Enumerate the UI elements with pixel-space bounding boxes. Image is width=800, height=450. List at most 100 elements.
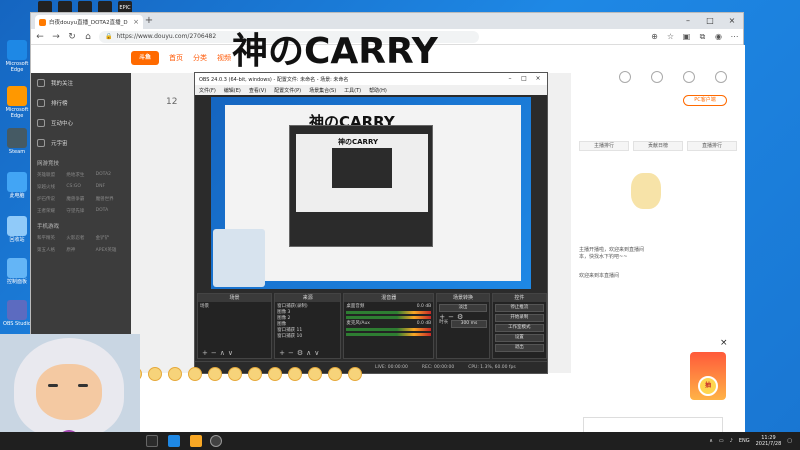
gift-icon[interactable] (308, 367, 322, 381)
category-link[interactable]: 火影忍者 (66, 235, 95, 241)
clock[interactable]: 11:29 2021/7/28 (756, 435, 782, 447)
network-icon[interactable]: ▭ (719, 438, 724, 444)
studio-mode-button[interactable]: 工作室模式 (494, 324, 544, 332)
category-link[interactable]: 魔兽世界 (96, 196, 125, 202)
desktop-icon-edge[interactable]: Microsoft Edge (2, 40, 32, 73)
nav-link[interactable]: 视频 (217, 53, 231, 63)
gift-icon[interactable] (288, 367, 302, 381)
extensions-icon[interactable]: ⧉ (698, 32, 707, 41)
scene-item[interactable]: 场景 (200, 304, 269, 310)
back-icon[interactable]: ← (35, 32, 45, 42)
category-link[interactable]: 金铲铲 (96, 235, 125, 241)
user-button[interactable] (715, 71, 727, 84)
obs-menu-file[interactable]: 文件(F) (199, 87, 216, 94)
obs-minimize-button[interactable]: – (503, 73, 517, 85)
duration-input[interactable]: 300 ms (451, 320, 487, 328)
douyu-logo[interactable]: 斗鱼 (131, 51, 159, 65)
nav-link[interactable]: 分类 (193, 53, 207, 63)
explorer-taskbar-icon[interactable] (190, 435, 202, 447)
category-link[interactable]: 英雄联盟 (37, 172, 66, 178)
category-link[interactable]: DNF (96, 184, 125, 190)
refresh-icon[interactable]: ↻ (67, 32, 77, 42)
stop-streaming-button[interactable]: 停止推流 (494, 304, 544, 312)
desktop-icon-this-pc[interactable]: 此电脑 (2, 172, 32, 199)
obs-menu-help[interactable]: 帮助(H) (369, 87, 387, 94)
home-icon[interactable]: ⌂ (83, 32, 93, 42)
start-recording-button[interactable]: 开始录制 (494, 314, 544, 322)
gift-icon[interactable] (328, 367, 342, 381)
obs-taskbar-icon[interactable] (210, 435, 222, 447)
category-link[interactable]: 魔兽争霸 (66, 196, 95, 202)
desktop-icon-app[interactable]: Microsoft Edge (2, 86, 32, 119)
category-link[interactable]: DOTA (96, 208, 125, 214)
desktop-icon-obs[interactable]: OBS Studio (2, 300, 32, 327)
sidebar-item-meta[interactable]: 元宇宙 (31, 133, 131, 153)
obs-menu-tools[interactable]: 工具(T) (344, 87, 361, 94)
tab-anchor-rank[interactable]: 主播排行 (579, 141, 629, 151)
obs-maximize-button[interactable]: □ (517, 73, 531, 85)
forward-icon[interactable]: → (51, 32, 61, 42)
obs-menu-view[interactable]: 查看(V) (249, 87, 266, 94)
desktop-icon-steam[interactable]: Steam (2, 128, 32, 155)
category-link[interactable]: 守望先锋 (66, 208, 95, 214)
more-menu-icon[interactable]: ⋯ (730, 32, 739, 41)
gift-icon[interactable] (168, 367, 182, 381)
category-link[interactable]: 原神 (66, 247, 95, 253)
obs-menu-edit[interactable]: 编辑(E) (224, 87, 241, 94)
maximize-button[interactable]: □ (699, 13, 721, 29)
notification-icon[interactable]: ▢ (787, 438, 792, 444)
gift-icon[interactable] (208, 367, 222, 381)
obs-menu-scene-collection[interactable]: 场景集合(S) (309, 87, 336, 94)
minimize-button[interactable]: – (677, 13, 699, 29)
category-link[interactable]: CS:GO (66, 184, 95, 190)
settings-button[interactable]: 设置 (494, 334, 544, 342)
collections-icon[interactable]: ▣ (682, 32, 691, 41)
exit-button[interactable]: 退出 (494, 344, 544, 352)
sources-toolbar[interactable]: +−⚙∧∨ (279, 349, 322, 357)
browser-tab[interactable]: 白夜douyu直播_DOTA2直播_D × (35, 15, 143, 29)
category-link[interactable]: APEX英雄 (96, 247, 125, 253)
obs-menu-profile[interactable]: 配置文件(P) (274, 87, 301, 94)
translate-icon[interactable]: ⊕ (650, 32, 659, 41)
promo-banner[interactable]: 抽 (690, 352, 726, 400)
input-language[interactable]: ENG (739, 438, 750, 444)
category-link[interactable]: 绝地求生 (66, 172, 95, 178)
source-item[interactable]: 窗口捕获 10 (277, 334, 338, 340)
gift-icon[interactable] (228, 367, 242, 381)
profile-icon[interactable]: ◉ (714, 32, 723, 41)
category-link[interactable]: 第五人格 (37, 247, 66, 253)
close-button[interactable]: × (721, 13, 743, 29)
promo-close-icon[interactable]: × (720, 338, 728, 348)
gift-icon[interactable] (268, 367, 282, 381)
desktop-icon-recycle-bin[interactable]: 回收站 (2, 216, 32, 243)
category-link[interactable]: 穿越火线 (37, 184, 66, 190)
desktop-icon-control-panel[interactable]: 控制面板 (2, 258, 32, 285)
gift-icon[interactable] (188, 367, 202, 381)
gift-icon[interactable] (148, 367, 162, 381)
follow-button[interactable] (651, 71, 663, 84)
sidebar-item-interact[interactable]: 互动中心 (31, 113, 131, 133)
edge-taskbar-icon[interactable] (168, 435, 180, 447)
message-button[interactable] (683, 71, 695, 84)
volume-slider[interactable] (346, 316, 432, 319)
category-link[interactable]: 和平精英 (37, 235, 66, 241)
transition-select[interactable]: 淡出 (439, 304, 487, 312)
favorite-star-icon[interactable]: ☆ (666, 32, 675, 41)
volume-slider[interactable] (346, 333, 432, 336)
history-button[interactable] (619, 71, 631, 84)
gift-icon[interactable] (348, 367, 362, 381)
sidebar-item-ranking[interactable]: 排行榜 (31, 93, 131, 113)
promo-lottery[interactable]: 抽 (698, 376, 718, 396)
category-link[interactable]: 王者荣耀 (37, 208, 66, 214)
scenes-toolbar[interactable]: +−∧∨ (202, 349, 236, 357)
tab-daily-rank[interactable]: 贡献日榜 (633, 141, 683, 151)
sidebar-item-following[interactable]: 我的关注 (31, 73, 131, 93)
gift-icon[interactable] (248, 367, 262, 381)
new-tab-button[interactable]: + (143, 15, 155, 29)
tab-live-rank[interactable]: 直播排行 (687, 141, 737, 151)
category-link[interactable]: DOTA2 (96, 172, 125, 178)
search-icon[interactable] (146, 435, 158, 447)
obs-close-button[interactable]: × (531, 73, 545, 85)
pc-client-button[interactable]: PC客户端 (683, 95, 727, 106)
tab-close-icon[interactable]: × (133, 18, 139, 26)
